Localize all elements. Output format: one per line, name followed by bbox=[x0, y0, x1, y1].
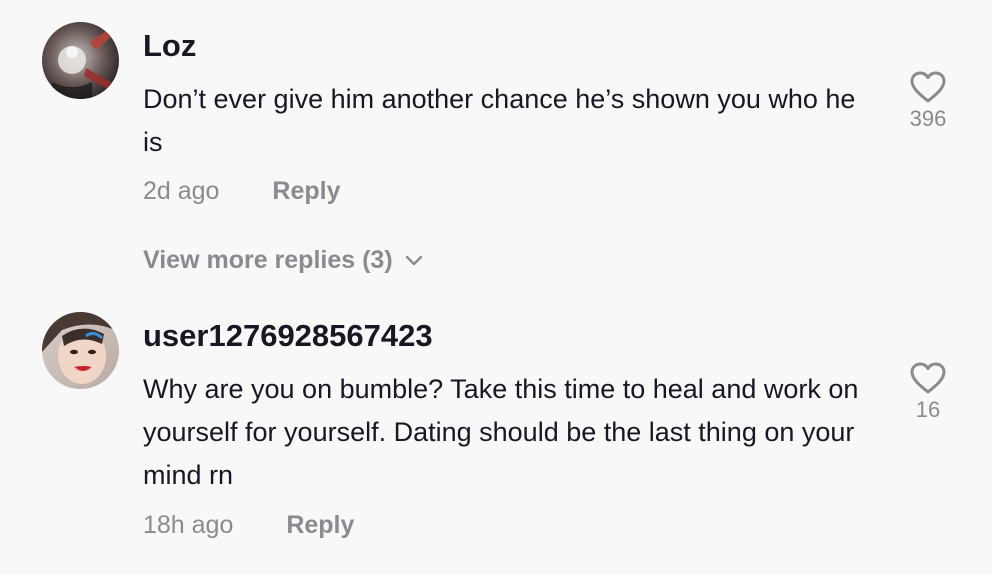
chevron-down-icon bbox=[405, 256, 422, 266]
comment-time: 2d ago bbox=[143, 177, 220, 205]
view-more-replies-label: View more replies (3) bbox=[143, 246, 393, 274]
heart-icon bbox=[910, 71, 946, 103]
comment-time: 18h ago bbox=[143, 511, 234, 539]
reply-button[interactable]: Reply bbox=[286, 511, 354, 540]
username[interactable]: Loz bbox=[143, 28, 196, 64]
view-more-replies-button[interactable]: View more replies (3) bbox=[143, 246, 423, 275]
avatar-image bbox=[42, 22, 119, 99]
comment-text: Don’t ever give him another chance he’s … bbox=[143, 84, 856, 157]
like-button[interactable]: 16 bbox=[900, 361, 956, 423]
avatar[interactable] bbox=[42, 312, 119, 389]
comment-text: Why are you on bumble? Take this time to… bbox=[143, 374, 859, 490]
like-count: 396 bbox=[909, 106, 947, 131]
reply-button[interactable]: Reply bbox=[272, 177, 340, 206]
comment-meta: 18h ago Reply bbox=[143, 511, 354, 540]
comment-meta: 2d ago Reply bbox=[143, 177, 341, 206]
like-button[interactable]: 396 bbox=[900, 70, 956, 132]
avatar-image bbox=[42, 312, 119, 389]
username[interactable]: user1276928567423 bbox=[143, 318, 433, 354]
heart-icon bbox=[910, 362, 946, 394]
avatar[interactable] bbox=[42, 22, 119, 99]
like-count: 16 bbox=[915, 397, 941, 422]
